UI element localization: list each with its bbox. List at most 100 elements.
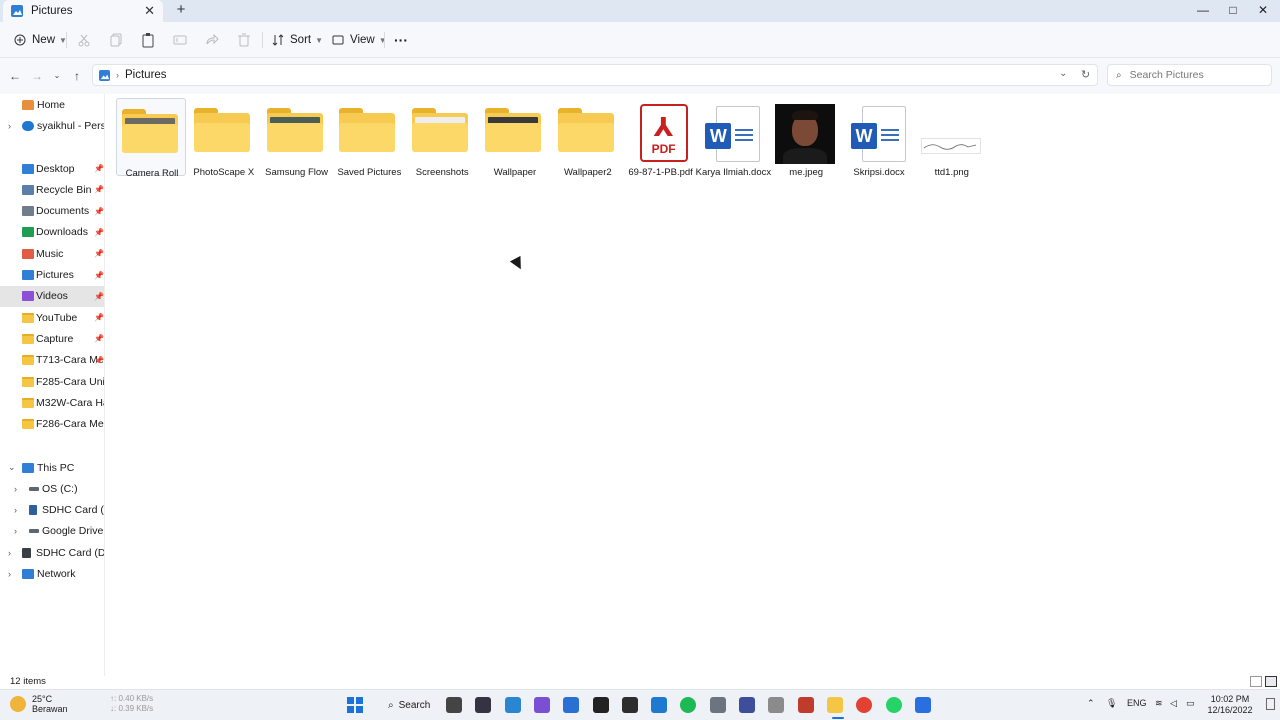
paste-icon[interactable] [140,32,156,48]
new-tab-button[interactable]: + [172,2,190,20]
recent-locations-chevron-icon[interactable]: ⌄ [50,70,64,84]
taskbar-search-button[interactable]: ⌕ Search [382,695,434,715]
address-bar[interactable]: › Pictures ⌄ ↻ [92,64,1098,86]
sidebar-item-network[interactable]: › Network [0,563,104,584]
show-desktop-icon[interactable] [1266,698,1275,710]
file-name: Saved Pictures [337,167,402,178]
expand-chevron-icon[interactable]: › [14,526,17,536]
weather-widget[interactable]: 25°C Berawan [10,694,68,714]
copy-icon[interactable] [108,32,124,48]
sidebar-item-capture[interactable]: Capture 📌 [0,328,104,349]
file-item[interactable]: me.jpeg [771,98,841,178]
sidebar-item-t713-cara-meng[interactable]: T713-Cara Meng📌 [0,350,104,371]
folder-item[interactable]: Samsung Flow [262,98,332,178]
sidebar-item-documents[interactable]: Documents 📌 [0,201,104,222]
epic-games-icon[interactable] [592,697,609,713]
file-item[interactable]: W Karya Ilmiah.docx [696,98,771,178]
search-input[interactable]: ⌕ Search Pictures [1107,64,1272,86]
file-item[interactable]: ttd1.png [917,98,987,178]
share-icon[interactable] [204,32,220,48]
tab-pictures[interactable]: Pictures ✕ [3,0,163,22]
pen-app-icon[interactable] [797,697,814,713]
sidebar-item-recycle-bin[interactable]: Recycle Bin 📌 [0,179,104,200]
expand-chevron-icon[interactable]: › [8,548,11,558]
tray-overflow-chevron-icon[interactable]: ⌃ [1087,698,1095,709]
chrome-icon[interactable] [856,697,873,713]
cut-icon[interactable] [76,32,92,48]
maximize-button[interactable]: □ [1218,0,1248,22]
folder-item[interactable]: Wallpaper2 [553,98,623,178]
windows-start-icon[interactable] [347,697,363,713]
file-explorer-icon[interactable] [826,697,843,713]
sidebar-item-this-pc[interactable]: ⌄ This PC [0,457,104,478]
expand-chevron-icon[interactable]: › [14,484,17,494]
sidebar-item-home[interactable]: Home [0,94,104,115]
close-button[interactable]: ✕ [1248,0,1278,22]
whatsapp-icon[interactable] [885,697,902,713]
sidebar-item-f285-cara-uninstall[interactable]: F285-Cara Uninstall [0,371,104,392]
folder-item[interactable]: PhotoScape X [189,98,259,178]
sort-button[interactable]: Sort ▼ [272,30,323,50]
sidebar-item-youtube[interactable]: YouTube 📌 [0,307,104,328]
clock[interactable]: 10:02 PM 12/16/2022 [1200,694,1260,716]
folder-item[interactable]: Wallpaper [480,98,550,178]
file-manager-app-icon[interactable] [446,697,462,713]
refresh-icon[interactable]: ↻ [1081,68,1090,81]
battery-icon[interactable]: ▭ [1186,698,1195,709]
expand-chevron-icon[interactable]: › [8,569,11,579]
microphone-icon[interactable]: 🎙 [1106,698,1117,709]
address-dropdown-icon[interactable]: ⌄ [1059,68,1067,79]
volume-icon[interactable]: ◁ [1170,698,1177,709]
spotify-icon[interactable] [680,697,697,713]
sidebar-item-f286-cara-mengun[interactable]: F286-Cara Mengun [0,414,104,435]
details-view-icon[interactable] [1250,676,1262,687]
view-button[interactable]: View ▼ [332,30,387,50]
file-item[interactable]: ⅄ PDF 69-87-1-PB.pdf [626,98,696,178]
sidebar-item-drive[interactable]: › Google Drive (G:) [0,521,104,542]
language-indicator[interactable]: ENG [1127,698,1147,708]
rename-icon[interactable] [172,32,188,48]
collapse-chevron-icon[interactable]: ⌄ [8,462,16,473]
sidebar-item-drive[interactable]: › SDHC Card (D:) [0,499,104,520]
new-button[interactable]: New ▼ [14,30,67,50]
folder-icon [22,419,34,430]
blue-app-icon[interactable] [504,697,521,713]
back-arrow-icon[interactable]: ← [8,70,22,84]
terminal-icon[interactable] [621,697,638,713]
purple-app-icon[interactable] [533,697,550,713]
navigation-pane: Home › syaikhul - Personal Desktop📌Recyc… [0,94,105,676]
sidebar-item-desktop[interactable]: Desktop 📌 [0,158,104,179]
box-app-icon[interactable] [475,697,492,713]
settings-icon[interactable] [709,697,726,713]
sidebar-item-sd-card[interactable]: › SDHC Card (D:) [0,542,104,563]
tool-app-icon[interactable] [768,697,785,713]
file-item[interactable]: W Skripsi.docx [844,98,914,178]
expand-chevron-icon[interactable]: › [8,121,11,131]
breadcrumb-pictures[interactable]: Pictures [125,69,167,81]
folder-item[interactable]: Saved Pictures [334,98,404,178]
headset-app-icon[interactable] [739,697,755,713]
expand-chevron-icon[interactable]: › [14,505,17,515]
more-options-button[interactable]: ··· [394,30,408,50]
delete-icon[interactable] [236,32,252,48]
sidebar-item-music[interactable]: Music 📌 [0,243,104,264]
folder-item[interactable]: Screenshots [407,98,477,178]
minimize-button[interactable]: — [1188,0,1218,22]
large-icons-view-icon[interactable] [1265,676,1277,687]
notepad-icon[interactable] [651,697,668,713]
sidebar-item-drive[interactable]: › OS (C:) [0,478,104,499]
wifi-icon[interactable]: ≋ [1155,698,1163,709]
downloads-icon [22,227,34,238]
sidebar-item-downloads[interactable]: Downloads 📌 [0,222,104,243]
sidebar-item-videos[interactable]: Videos 📌 [0,285,104,307]
sidebar-item-onedrive[interactable]: › syaikhul - Personal [0,115,104,136]
new-label: New [32,34,56,46]
folder-item[interactable]: Camera Roll [116,98,186,179]
sidebar-item-pictures[interactable]: Pictures 📌 [0,265,104,286]
close-tab-icon[interactable]: ✕ [144,3,155,19]
mail-app-icon[interactable] [563,697,580,713]
sidebar-item-m32w-cara-hapus[interactable]: M32W-Cara Hapus [0,392,104,413]
todo-icon[interactable] [914,697,931,713]
up-arrow-icon[interactable]: ↑ [70,70,84,84]
forward-arrow-icon[interactable]: → [30,70,44,84]
